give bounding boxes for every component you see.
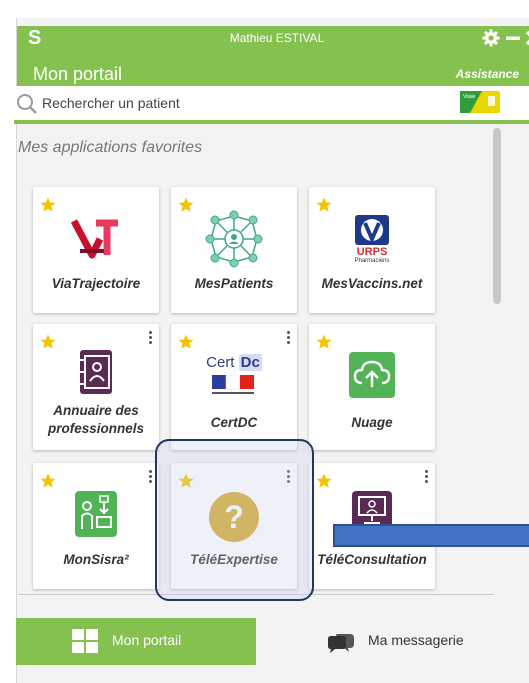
- app-tile-certdc[interactable]: Cert Dc CertDC: [171, 324, 297, 450]
- app-tile-monsisra[interactable]: MonSisra²: [33, 463, 159, 589]
- more-options-icon[interactable]: [147, 470, 153, 485]
- window-controls: [481, 28, 529, 53]
- tile-label: TéléConsultation: [317, 552, 427, 567]
- grid-icon: [72, 629, 98, 658]
- more-options-icon[interactable]: [423, 470, 429, 485]
- search-bar: Vitale: [14, 86, 529, 124]
- viatrajectoire-logo-icon: [33, 215, 159, 259]
- address-book-icon: [33, 348, 159, 396]
- more-options-icon[interactable]: [147, 331, 153, 346]
- monsisra-icon: [33, 489, 159, 539]
- more-options-icon[interactable]: [285, 331, 291, 346]
- vitale-card-label: Vitale: [463, 94, 476, 100]
- scroll-thumb[interactable]: [493, 128, 501, 304]
- page-title: Mon portail: [33, 64, 123, 84]
- tile-label: CertDC: [210, 415, 258, 430]
- nav-tab-mon-portail[interactable]: Mon portail: [16, 618, 256, 665]
- close-icon[interactable]: [525, 28, 529, 53]
- nav-label: Mon portail: [112, 632, 182, 648]
- app-tile-nuage[interactable]: Nuage: [309, 324, 435, 450]
- app-tile-mesvaccins[interactable]: URPS Pharmaciens MesVaccins.net: [309, 187, 435, 313]
- urps-text: URPS: [356, 246, 388, 258]
- minimize-icon[interactable]: [505, 28, 521, 53]
- tile-label: MonSisra²: [63, 552, 129, 567]
- tile-label: ViaTrajectoire: [51, 276, 141, 291]
- app-tile-mespatients[interactable]: MesPatients: [171, 187, 297, 313]
- patient-network-icon: [171, 209, 297, 269]
- certdc-logo-icon: Cert Dc: [171, 354, 297, 397]
- annotation-arrow: [333, 524, 529, 547]
- highlight-box: [155, 439, 314, 601]
- tile-label: Annuaire des professionnels: [33, 402, 159, 438]
- urps-pharmaciens-logo-icon: URPS Pharmaciens: [309, 213, 435, 265]
- tile-label-line-1: Annuaire des: [53, 403, 139, 418]
- cloud-upload-icon: [309, 350, 435, 400]
- nav-tab-messagerie[interactable]: Ma messagerie: [256, 618, 520, 665]
- tile-label: MesVaccins.net: [321, 276, 423, 291]
- app-tile-annuaire[interactable]: Annuaire des professionnels: [33, 324, 159, 450]
- title-bar: S Mathieu ESTIVAL: [17, 26, 529, 52]
- certdc-logo-text: Cert Dc: [206, 354, 262, 371]
- nav-label: Ma messagerie: [368, 632, 464, 648]
- tile-label: MesPatients: [194, 276, 274, 291]
- chat-bubble-icon: [326, 631, 356, 660]
- assistance-link[interactable]: Assistance: [456, 67, 519, 81]
- pharmaciens-text: Pharmaciens: [354, 258, 390, 264]
- star-icon[interactable]: [177, 333, 195, 356]
- vitale-card-icon[interactable]: Vitale: [460, 91, 500, 118]
- favorites-section-title: Mes applications favorites: [18, 139, 203, 156]
- scrollbar[interactable]: [491, 124, 503, 590]
- gear-icon[interactable]: [481, 28, 501, 53]
- tile-label-line-2: professionnels: [47, 421, 145, 436]
- search-icon: [16, 93, 38, 120]
- app-tile-viatrajectoire[interactable]: ViaTrajectoire: [33, 187, 159, 313]
- user-name: Mathieu ESTIVAL: [229, 31, 325, 45]
- search-input[interactable]: [40, 92, 444, 114]
- tile-label: Nuage: [351, 415, 393, 430]
